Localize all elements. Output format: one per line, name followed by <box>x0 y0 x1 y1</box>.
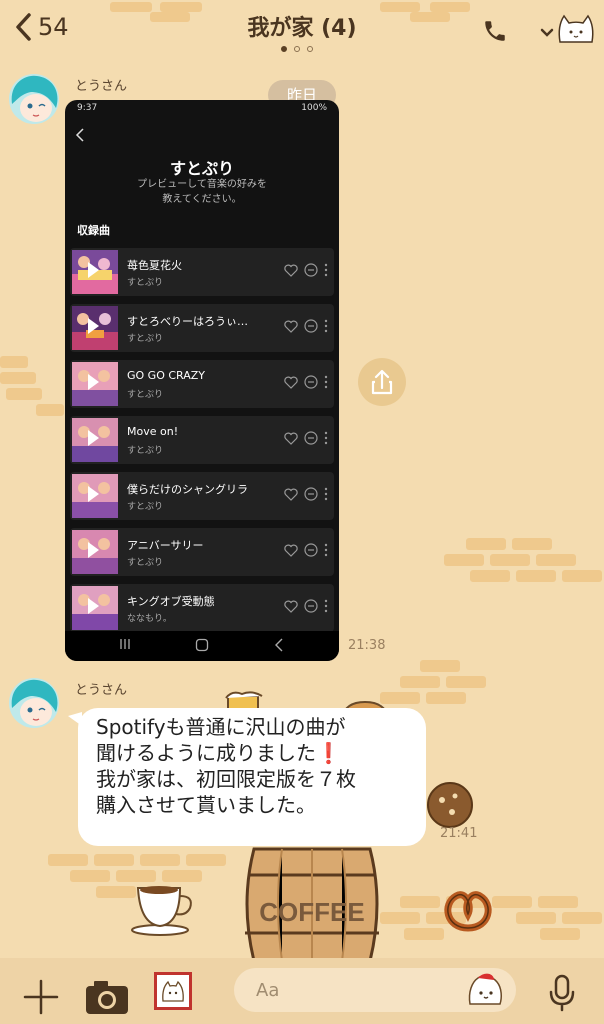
message-input-placeholder: Aa <box>256 980 280 1001</box>
mic-icon[interactable] <box>548 974 576 1012</box>
plus-icon[interactable] <box>22 978 60 1016</box>
phone-icon[interactable] <box>482 18 508 44</box>
emoji-icon[interactable] <box>464 972 506 1008</box>
track-row: 僕らだけのシャングリラ すとぷり <box>70 472 334 520</box>
minus-circle-icon <box>304 543 318 557</box>
sticker-icon <box>162 980 184 1002</box>
back-nav-icon <box>275 638 283 652</box>
minus-circle-icon <box>304 319 318 333</box>
track-name: アニバーサリー <box>127 539 204 552</box>
heart-icon <box>284 264 298 277</box>
page-dot-active <box>281 46 287 52</box>
more-icon <box>324 263 328 277</box>
camera-icon[interactable] <box>84 978 130 1016</box>
play-icon <box>88 262 99 278</box>
image-message-screenshot[interactable]: 9:37 100% すとぷり プレビューして音楽の好みを 教えてください。 収録… <box>65 100 339 661</box>
track-row: GO GO CRAZY すとぷり <box>70 360 334 408</box>
minus-circle-icon <box>304 599 318 613</box>
track-name: 苺色夏花火 <box>127 259 182 272</box>
page-indicator <box>281 46 313 52</box>
more-icon <box>324 375 328 389</box>
android-nav-bar <box>65 631 339 661</box>
track-artist: すとぷり <box>127 558 164 568</box>
bubble-tail <box>68 712 82 726</box>
recents-icon <box>120 639 130 649</box>
heart-icon <box>284 376 298 389</box>
coffee-cup-decoration <box>131 886 192 936</box>
track-row: 苺色夏花火 すとぷり <box>70 248 334 296</box>
status-battery: 100% <box>301 103 327 113</box>
heart-icon <box>284 600 298 613</box>
section-heading: 収録曲 <box>77 224 110 237</box>
heart-icon <box>284 432 298 445</box>
message-bubble[interactable]: Spotifyも普通に沢山の曲が 聞けるように成りました❗ 我が家は、初回限定版… <box>68 708 426 846</box>
page-dot <box>294 46 300 52</box>
track-artist: すとぷり <box>127 334 164 344</box>
track-artist: すとぷり <box>127 502 164 512</box>
track-name: GO GO CRAZY <box>127 369 206 382</box>
share-icon <box>371 369 393 395</box>
heart-icon <box>284 544 298 557</box>
home-icon <box>195 638 209 652</box>
pretzel-decoration <box>444 891 492 932</box>
chevron-down-icon[interactable] <box>540 28 554 38</box>
track-artist: ななもり。 <box>127 614 172 624</box>
page-dot <box>307 46 313 52</box>
more-icon <box>324 431 328 445</box>
track-name: すとろべりーはろうぃ… <box>127 315 248 328</box>
track-row: キングオブ受動態 ななもり。 <box>70 584 334 632</box>
chat-title[interactable]: 我が家 (4) <box>0 10 604 42</box>
avatar[interactable] <box>9 678 59 728</box>
more-icon <box>324 543 328 557</box>
sender-name: とうさん <box>75 79 128 94</box>
minus-circle-icon <box>304 375 318 389</box>
message-time: 21:41 <box>440 826 478 841</box>
play-icon <box>88 542 99 558</box>
track-name: Move on! <box>127 425 179 438</box>
minus-circle-icon <box>304 487 318 501</box>
track-row: Move on! すとぷり <box>70 416 334 464</box>
heart-icon <box>284 320 298 333</box>
heart-icon <box>284 488 298 501</box>
more-icon <box>324 487 328 501</box>
artist-subtitle: プレビューして音楽の好みを 教えてください。 <box>137 179 267 205</box>
track-artist: すとぷり <box>127 446 164 456</box>
minus-circle-icon <box>304 431 318 445</box>
coffee-barrel-decoration: COFFEE <box>245 847 379 961</box>
status-time: 9:37 <box>77 103 98 113</box>
cat-icon[interactable] <box>556 12 596 48</box>
message-input[interactable]: Aa <box>234 968 516 1012</box>
message-time: 21:38 <box>348 638 386 653</box>
play-icon <box>88 374 99 390</box>
chat-header: 54 我が家 (4) <box>0 0 604 68</box>
track-artist: すとぷり <box>127 390 164 400</box>
more-icon <box>324 599 328 613</box>
more-icon <box>324 319 328 333</box>
message-text: Spotifyも普通に沢山の曲が 聞けるように成りました❗ 我が家は、初回限定版… <box>96 715 356 817</box>
play-icon <box>88 318 99 334</box>
play-icon <box>88 598 99 614</box>
track-artist: すとぷり <box>127 278 164 288</box>
artist-title: すとぷり <box>169 159 234 178</box>
barrel-label: COFFEE <box>259 897 364 927</box>
sender-name: とうさん <box>75 683 128 698</box>
play-icon <box>88 486 99 502</box>
track-name: 僕らだけのシャングリラ <box>127 483 248 496</box>
minus-circle-icon <box>304 263 318 277</box>
message-composer-bar: Aa <box>0 958 604 1024</box>
track-row: アニバーサリー すとぷり <box>70 528 334 576</box>
play-icon <box>88 430 99 446</box>
chevron-left-icon <box>75 128 84 142</box>
track-name: キングオブ受動態 <box>127 595 215 608</box>
share-button[interactable] <box>358 358 406 406</box>
sticker-button[interactable] <box>154 972 192 1010</box>
track-row: すとろべりーはろうぃ… すとぷり <box>70 304 334 352</box>
avatar[interactable] <box>9 74 59 124</box>
